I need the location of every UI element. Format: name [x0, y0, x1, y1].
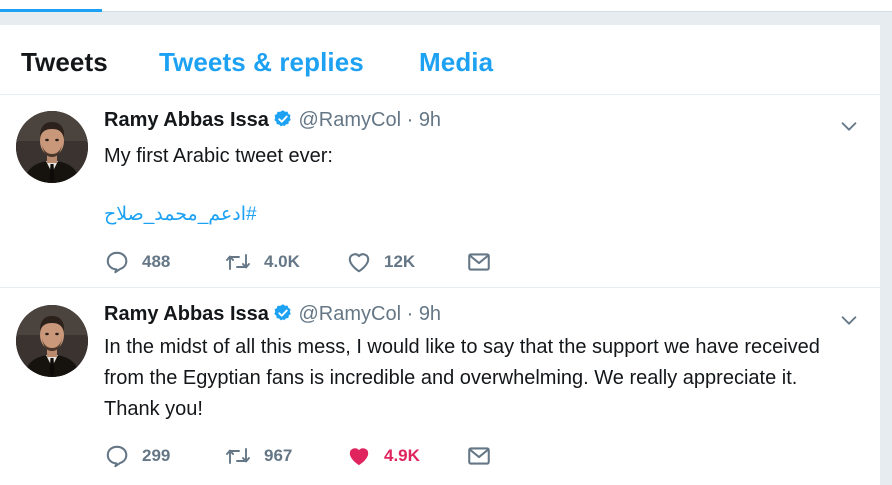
tab-tweets-and-replies[interactable]: Tweets & replies [159, 47, 364, 78]
separator-dot: · [406, 303, 414, 325]
profile-tabs: Tweets Tweets & replies Media [0, 25, 880, 95]
tweet-text: My first Arabic tweet ever: [104, 145, 333, 167]
like-button[interactable]: 12K [346, 247, 415, 277]
direct-message-button[interactable] [466, 247, 492, 277]
avatar[interactable] [16, 111, 88, 183]
reply-button[interactable]: 488 [104, 247, 170, 277]
tweet-text-line: In the midst of all this mess, I would l… [104, 336, 820, 358]
reply-bubble-icon [106, 445, 128, 468]
heart-icon [348, 253, 370, 273]
reply-bubble-icon [106, 251, 128, 274]
reply-count: 299 [142, 446, 171, 465]
hashtag-link[interactable]: #ادعم_محمد_صلاح [104, 203, 257, 226]
retweet-icon [226, 254, 250, 270]
tweet-header: Ramy Abbas Issa @RamyCol · 9h [104, 303, 441, 331]
tweet-actions: 299 967 4.9K [104, 441, 524, 471]
author-name[interactable]: Ramy Abbas Issa [104, 303, 269, 325]
top-navigation-bar [0, 0, 892, 12]
author-handle[interactable]: @RamyCol [298, 109, 401, 131]
retweet-button[interactable]: 967 [224, 441, 292, 471]
author-name[interactable]: Ramy Abbas Issa [104, 109, 269, 131]
tab-media[interactable]: Media [419, 47, 493, 78]
tweet-header: Ramy Abbas Issa @RamyCol · 9h [104, 109, 441, 137]
envelope-icon [468, 447, 490, 465]
avatar-portrait-icon [16, 111, 88, 183]
chevron-down-icon[interactable] [838, 115, 860, 142]
retweet-count: 967 [264, 446, 293, 465]
direct-message-button[interactable] [466, 441, 492, 471]
like-count: 12K [384, 252, 416, 271]
avatar[interactable] [16, 305, 88, 377]
separator-dot: · [406, 109, 414, 131]
author-handle[interactable]: @RamyCol [298, 303, 401, 325]
retweet-icon [226, 448, 250, 464]
tweet[interactable]: Ramy Abbas Issa @RamyCol · 9h My first A… [0, 95, 880, 288]
tweet-text-line: from the Egyptian fans is incredible and… [104, 367, 798, 389]
timeline-panel: Tweets Tweets & replies Media Ramy Abbas… [0, 25, 880, 485]
tweet-text: In the midst of all this mess, I would l… [104, 332, 864, 425]
like-button[interactable]: 4.9K [346, 441, 420, 471]
tweet-timestamp[interactable]: 9h [419, 109, 441, 131]
reply-button[interactable]: 299 [104, 441, 170, 471]
heart-icon [349, 448, 369, 466]
verified-badge-icon [273, 303, 293, 329]
avatar-portrait-icon [16, 305, 88, 377]
retweet-button[interactable]: 4.0K [224, 247, 300, 277]
retweet-count: 4.0K [264, 252, 300, 271]
tweet-actions: 488 4.0K 12K [104, 247, 524, 277]
tweet-timestamp[interactable]: 9h [419, 303, 441, 325]
verified-badge-icon [273, 109, 293, 135]
tweet-text-line: Thank you! [104, 398, 203, 420]
like-count: 4.9K [384, 446, 420, 465]
active-nav-indicator [0, 9, 102, 12]
reply-count: 488 [142, 252, 171, 271]
envelope-icon [468, 253, 490, 271]
tab-tweets[interactable]: Tweets [21, 47, 108, 78]
tweet[interactable]: Ramy Abbas Issa @RamyCol · 9h In the mid… [0, 289, 880, 485]
